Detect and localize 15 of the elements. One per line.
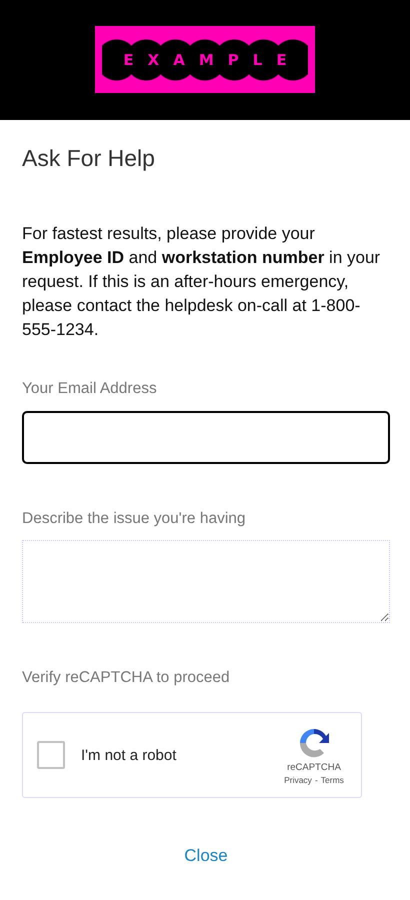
field-label: Describe the issue you're having bbox=[22, 510, 246, 528]
close-button[interactable]: Close bbox=[176, 842, 236, 870]
field-label: Your Email Address bbox=[22, 380, 157, 398]
terms-link[interactable]: Terms bbox=[320, 774, 344, 784]
captcha-label: Verify reCAPTCHA to proceed bbox=[22, 669, 230, 687]
recaptcha-brand: reCAPTCHA bbox=[287, 762, 341, 772]
intro-text: For fastest results, please provide your Employee ID and workstation number in your request. If this is an after-hours emergency, please contact the helpdesk on-call at 1-800-555-1234. bbox=[22, 223, 382, 341]
privacy-link[interactable]: Privacy bbox=[284, 774, 312, 784]
issue-field[interactable] bbox=[22, 540, 390, 623]
captcha-checkbox[interactable] bbox=[37, 741, 65, 769]
email-field[interactable] bbox=[22, 411, 390, 464]
page-title: Ask For Help bbox=[22, 145, 156, 172]
logo: EXAMPLE bbox=[102, 38, 308, 80]
link-separator: - bbox=[314, 774, 318, 784]
checkbox-label: I'm not a robot bbox=[81, 746, 178, 764]
